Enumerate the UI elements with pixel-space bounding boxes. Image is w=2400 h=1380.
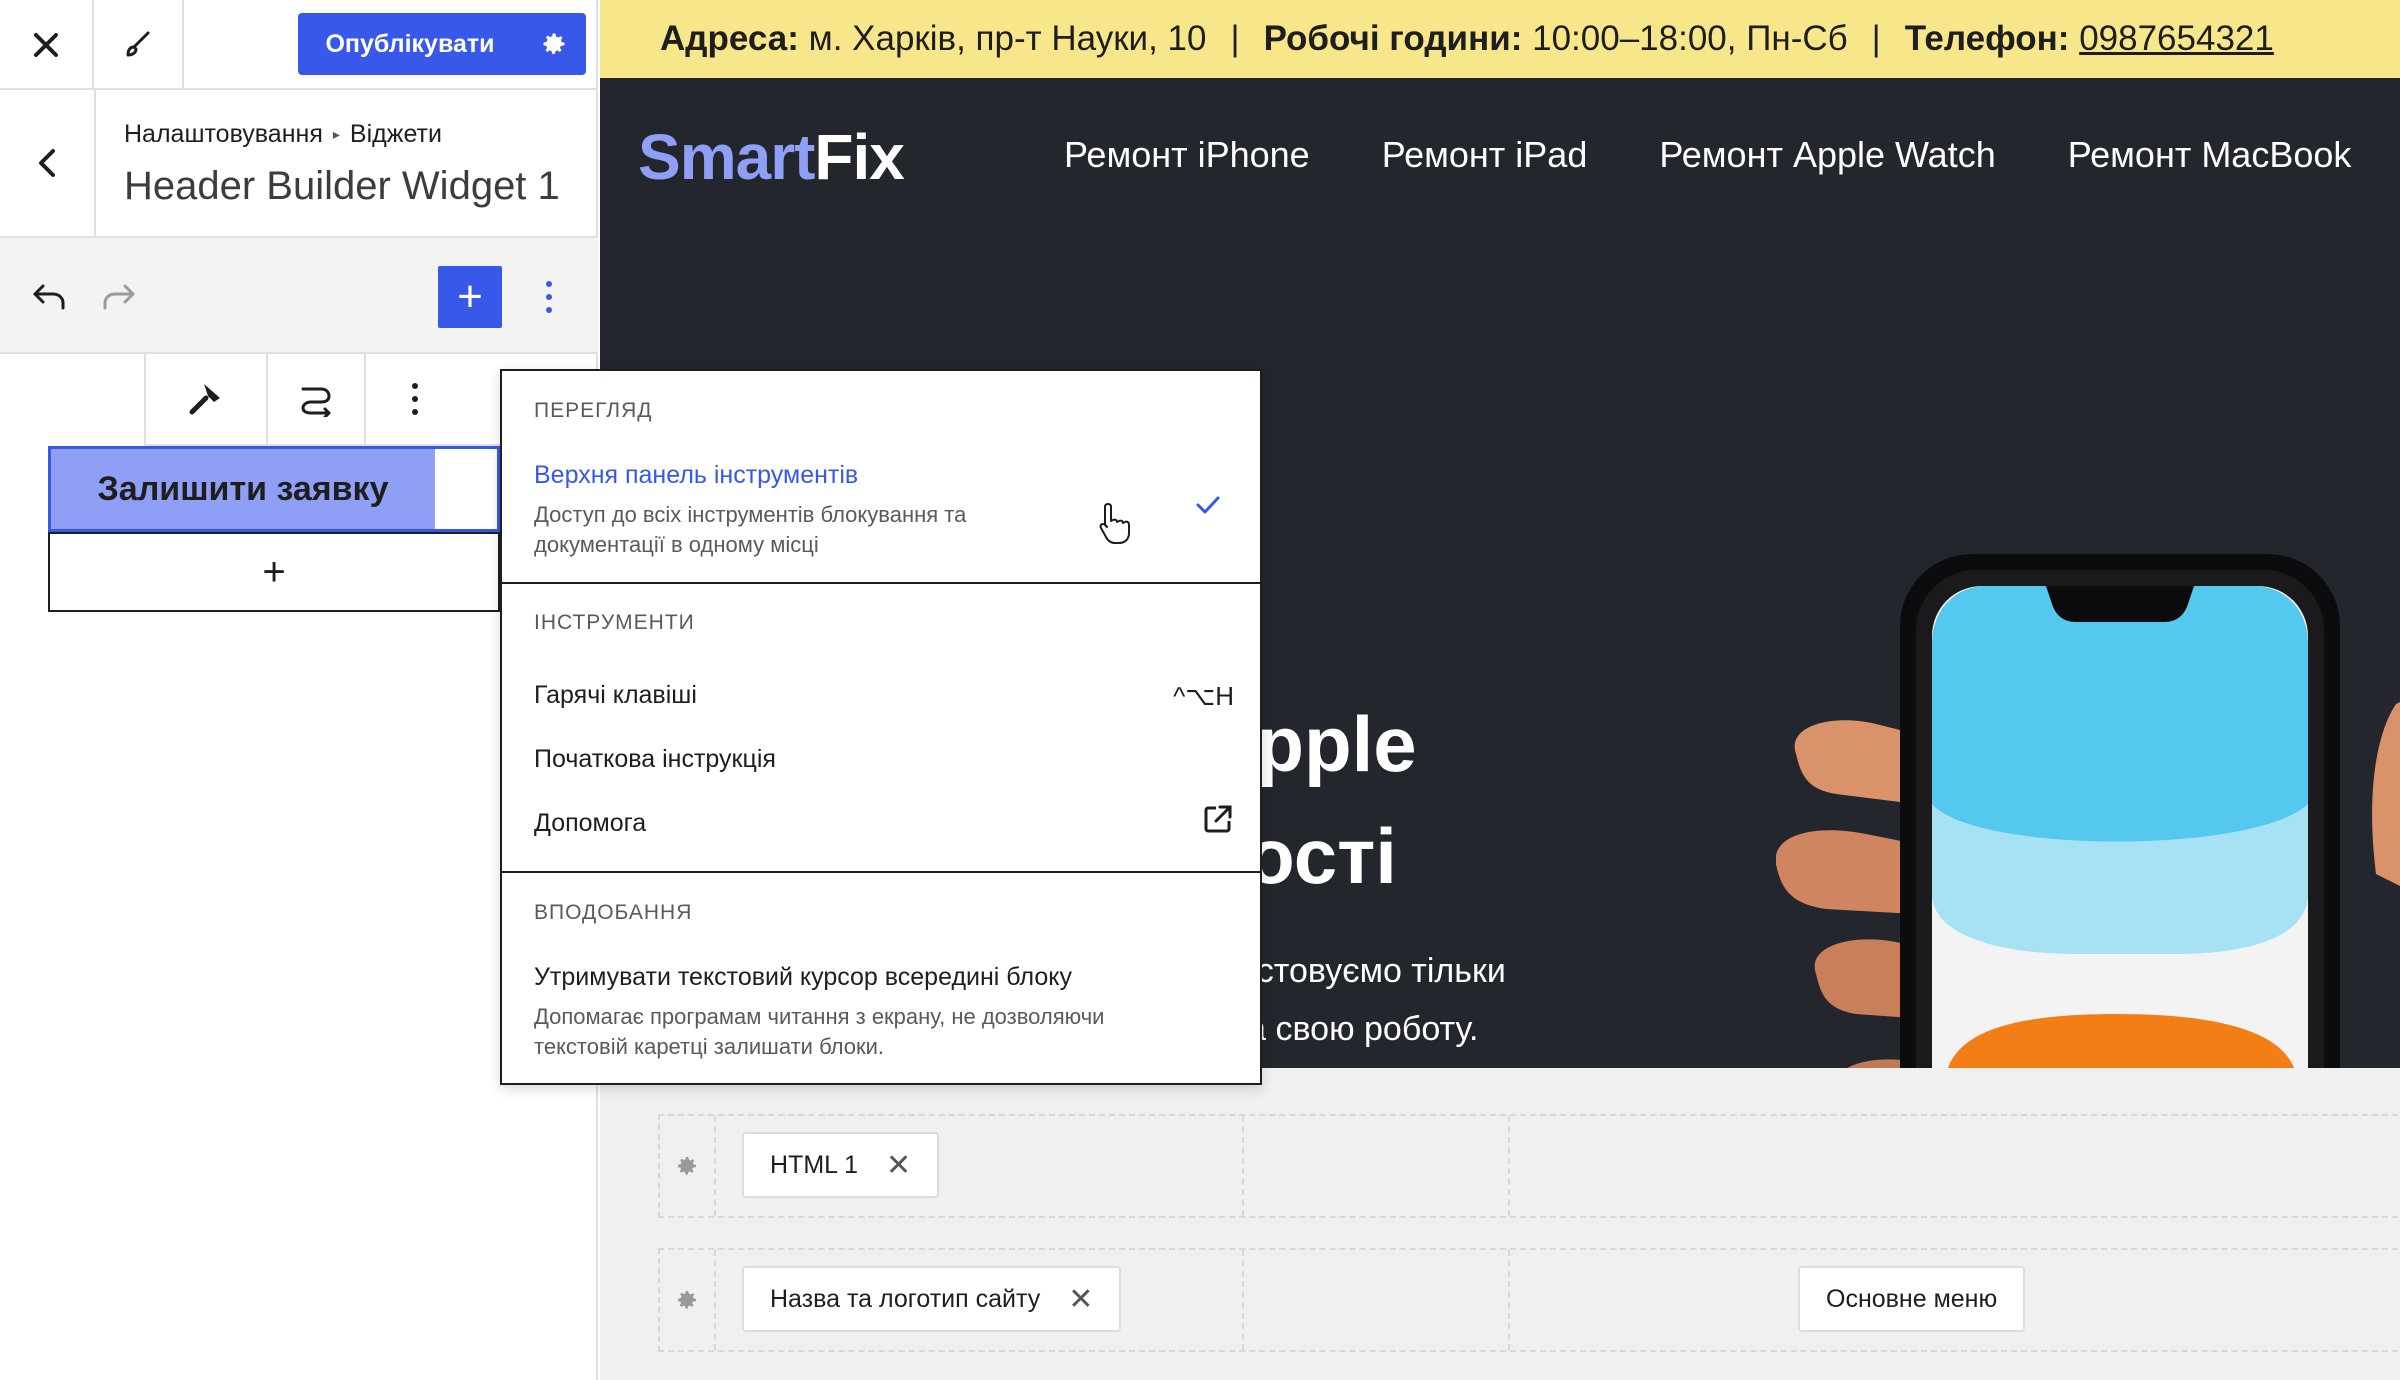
widget-chip-label: Назва та логотип сайту <box>770 1284 1041 1313</box>
pointer-cursor-icon <box>1099 503 1130 544</box>
breadcrumb-separator-icon: ▸ <box>332 126 340 142</box>
menu-item-label: Утримувати текстовий курсор всередині бл… <box>534 963 1072 991</box>
brush-icon <box>126 31 150 57</box>
menu-item-label: Гарячі клавіші <box>534 681 697 709</box>
nav-item-apple-watch[interactable]: Ремонт Apple Watch <box>1659 134 1995 176</box>
row-column-divider <box>1242 1116 1244 1216</box>
info-separator: | <box>1230 19 1240 58</box>
builder-row: HTML 1 ✕ <box>658 1114 2400 1218</box>
menu-item-description: Доступ до всіх інструментів блокування т… <box>534 502 967 557</box>
site-logo[interactable]: SmartFix <box>638 120 905 194</box>
gear-icon <box>543 33 565 55</box>
widget-header: Налаштовування ▸ Віджети Header Builder … <box>0 90 598 238</box>
external-link-icon <box>1204 805 1232 833</box>
gear-icon <box>678 1157 696 1175</box>
undo-button[interactable] <box>26 274 72 320</box>
menu-item-label: Початкова інструкція <box>534 745 776 773</box>
transform-button[interactable] <box>268 354 366 444</box>
close-icon <box>34 33 58 57</box>
editor-toolbar: + <box>0 238 598 354</box>
widget-title: Header Builder Widget 1 <box>124 164 560 208</box>
builder-row: Назва та логотип сайту ✕ Основне меню <box>658 1248 2400 1352</box>
hours-value: 10:00–18:00, Пн-Сб <box>1532 19 1848 58</box>
menu-section-title-view: ПЕРЕГЛЯД <box>534 399 653 422</box>
widget-chip-label: HTML 1 <box>770 1150 858 1179</box>
menu-item-help[interactable]: Допомога <box>534 805 1234 838</box>
selected-button-block[interactable]: Залишити заявку <box>48 446 500 532</box>
remove-widget-icon[interactable]: ✕ <box>1068 1282 1093 1317</box>
nav-item-ipad[interactable]: Ремонт iPad <box>1382 134 1588 176</box>
undo-icon <box>33 284 65 310</box>
menu-item-shortcuts[interactable]: Гарячі клавіші ^⌥H <box>534 681 1234 711</box>
header-builder: HTML 1 ✕ Назва та логотип сайту ✕ Основн… <box>600 1068 2400 1380</box>
shortcut-hint: ^⌥H <box>1173 681 1234 711</box>
publish-button[interactable]: Опублікувати <box>298 13 586 75</box>
redo-button[interactable] <box>96 274 142 320</box>
cta-button[interactable]: Залишити заявку <box>51 449 435 529</box>
hammer-icon <box>189 384 220 415</box>
styles-button[interactable] <box>94 0 184 90</box>
options-menu: ПЕРЕГЛЯД Верхня панель інструментів Дост… <box>500 369 1262 1085</box>
block-toolbar <box>144 354 502 446</box>
phone-label: Телефон: <box>1904 19 2070 58</box>
block-type-button[interactable] <box>146 354 268 444</box>
menu-separator <box>502 582 1260 584</box>
row-column-divider <box>1508 1250 1510 1350</box>
hours-label: Робочі години: <box>1263 19 1523 58</box>
widget-chip-main-menu[interactable]: Основне меню <box>1798 1266 2026 1332</box>
close-button[interactable] <box>0 0 94 90</box>
back-button[interactable] <box>0 90 96 236</box>
widget-chip-site-title[interactable]: Назва та логотип сайту ✕ <box>742 1266 1122 1332</box>
breadcrumb-item[interactable]: Налаштовування <box>124 120 323 149</box>
logo-part-fix: Fix <box>814 121 904 193</box>
row-column-divider <box>1508 1116 1510 1216</box>
breadcrumb-item[interactable]: Віджети <box>350 120 442 149</box>
editor-top-bar: Опублікувати <box>0 0 598 90</box>
add-block-button[interactable]: + <box>438 266 502 328</box>
info-separator: | <box>1871 19 1881 58</box>
menu-separator <box>502 871 1260 873</box>
chevron-left-icon <box>39 149 55 177</box>
nav-item-iphone[interactable]: Ремонт iPhone <box>1064 134 1310 176</box>
options-button[interactable] <box>528 268 570 326</box>
menu-item-keep-caret[interactable]: Утримувати текстовий курсор всередині бл… <box>534 963 1234 1062</box>
main-nav: Ремонт iPhone Ремонт iPad Ремонт Apple W… <box>1064 134 2351 176</box>
menu-item-welcome-guide[interactable]: Початкова інструкція <box>534 745 1234 774</box>
info-bar: Адреса: м. Харків, пр-т Науки, 10 | Робо… <box>600 0 2400 78</box>
row-settings-button[interactable] <box>660 1250 716 1350</box>
address-value: м. Харків, пр-т Науки, 10 <box>808 19 1207 58</box>
nav-item-macbook[interactable]: Ремонт MacBook <box>2068 134 2352 176</box>
widget-chip-label: Основне меню <box>1826 1284 1998 1313</box>
block-options-button[interactable] <box>366 354 464 444</box>
gear-icon <box>678 1291 696 1309</box>
row-settings-button[interactable] <box>660 1116 716 1216</box>
menu-item-label: Допомога <box>534 809 647 837</box>
logo-part-smart: Smart <box>638 121 815 193</box>
menu-section-title-preferences: ВПОДОБАННЯ <box>534 901 693 924</box>
block-appender-button[interactable]: + <box>48 532 500 612</box>
phone-hand-image <box>1776 554 2400 1134</box>
address-label: Адреса: <box>660 19 799 58</box>
more-vertical-icon <box>546 281 552 313</box>
check-icon <box>1196 496 1220 514</box>
menu-item-label: Верхня панель інструментів <box>534 461 859 489</box>
menu-section-title-tools: ІНСТРУМЕНТИ <box>534 611 695 634</box>
row-column-divider <box>1242 1250 1244 1350</box>
transform-icon <box>301 387 331 417</box>
publish-label: Опублікувати <box>325 29 495 58</box>
redo-icon <box>103 284 135 310</box>
more-vertical-icon <box>412 383 418 415</box>
publish-settings-button[interactable] <box>522 13 586 75</box>
phone-link[interactable]: 0987654321 <box>2079 19 2274 59</box>
menu-item-description: Допомагає програмам читання з екрану, не… <box>534 1004 1105 1059</box>
widget-chip-html[interactable]: HTML 1 ✕ <box>742 1132 940 1198</box>
remove-widget-icon[interactable]: ✕ <box>886 1148 911 1183</box>
breadcrumb: Налаштовування ▸ Віджети <box>124 120 442 149</box>
